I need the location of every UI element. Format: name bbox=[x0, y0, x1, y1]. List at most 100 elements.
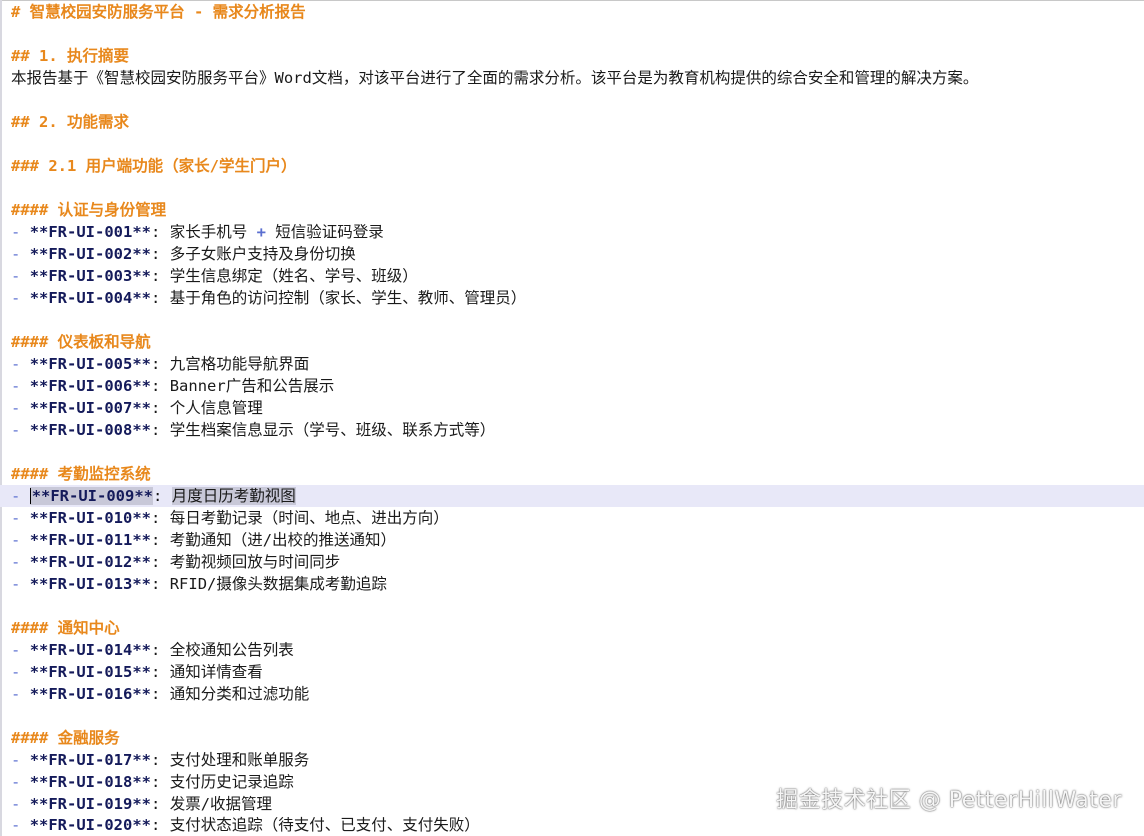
list-marker: - bbox=[11, 509, 21, 527]
list-item-fr-ui-009[interactable]: - **FR-UI-009**: 月度日历考勤视图 bbox=[0, 485, 1144, 507]
requirement-text: 短信验证码登录 bbox=[275, 223, 384, 241]
id-colon: : bbox=[151, 421, 161, 439]
requirement-id: **FR-UI-009** bbox=[31, 487, 154, 505]
summary-paragraph[interactable]: 本报告基于《智慧校园安防服务平台》Word文档，对该平台进行了全面的需求分析。该… bbox=[0, 67, 1144, 89]
list-item-fr-ui-003[interactable]: - **FR-UI-003**: 学生信息绑定（姓名、学号、班级） bbox=[0, 265, 1144, 287]
requirement-id: **FR-UI-010** bbox=[29, 509, 152, 527]
list-marker: - bbox=[11, 377, 21, 395]
requirement-id: **FR-UI-006** bbox=[29, 377, 152, 395]
id-colon: : bbox=[153, 487, 163, 505]
requirement-text: 九宫格功能导航界面 bbox=[169, 355, 310, 373]
requirement-text: 家长手机号 bbox=[169, 223, 248, 241]
id-colon: : bbox=[151, 509, 161, 527]
list-item-fr-ui-004[interactable]: - **FR-UI-004**: 基于角色的访问控制（家长、学生、教师、管理员） bbox=[0, 287, 1144, 309]
requirement-text: 全校通知公告列表 bbox=[169, 641, 294, 659]
heading-executive-summary[interactable]: ## 1. 执行摘要 bbox=[0, 45, 1144, 67]
requirement-id: **FR-UI-017** bbox=[29, 751, 152, 769]
list-item-fr-ui-015[interactable]: - **FR-UI-015**: 通知详情查看 bbox=[0, 661, 1144, 683]
list-marker: - bbox=[11, 487, 21, 505]
list-marker: - bbox=[11, 663, 21, 681]
requirement-text: 多子女账户支持及身份切换 bbox=[169, 245, 356, 263]
list-item-fr-ui-012[interactable]: - **FR-UI-012**: 考勤视频回放与时间同步 bbox=[0, 551, 1144, 573]
list-item-fr-ui-011[interactable]: - **FR-UI-011**: 考勤通知（进/出校的推送通知） bbox=[0, 529, 1144, 551]
list-marker: - bbox=[11, 267, 21, 285]
plus-sign: + bbox=[256, 223, 266, 241]
requirement-id: **FR-UI-016** bbox=[29, 685, 152, 703]
id-colon: : bbox=[151, 575, 161, 593]
requirement-id: **FR-UI-013** bbox=[29, 575, 152, 593]
list-item-fr-ui-013[interactable]: - **FR-UI-013**: RFID/摄像头数据集成考勤追踪 bbox=[0, 573, 1144, 595]
heading-user-features[interactable]: ### 2.1 用户端功能（家长/学生门户） bbox=[0, 155, 1144, 177]
requirement-text: 考勤视频回放与时间同步 bbox=[169, 553, 341, 571]
site-watermark: 掘金技术社区 @ PetterHillWater bbox=[776, 788, 1122, 813]
list-item-fr-ui-006[interactable]: - **FR-UI-006**: Banner广告和公告展示 bbox=[0, 375, 1144, 397]
requirement-id: **FR-UI-020** bbox=[29, 816, 152, 834]
requirement-text: 支付历史记录追踪 bbox=[169, 773, 294, 791]
id-colon: : bbox=[151, 751, 161, 769]
requirement-text: 发票/收据管理 bbox=[169, 795, 273, 813]
requirement-id: **FR-UI-019** bbox=[29, 795, 152, 813]
list-marker: - bbox=[11, 795, 21, 813]
id-colon: : bbox=[151, 245, 161, 263]
requirement-text: 通知分类和过滤功能 bbox=[169, 685, 310, 703]
list-item-fr-ui-005[interactable]: - **FR-UI-005**: 九宫格功能导航界面 bbox=[0, 353, 1144, 375]
requirement-text: 学生信息绑定（姓名、学号、班级） bbox=[169, 267, 418, 285]
requirement-text: 基于角色的访问控制（家长、学生、教师、管理员） bbox=[169, 289, 527, 307]
id-colon: : bbox=[151, 289, 161, 307]
list-marker: - bbox=[11, 553, 21, 571]
list-marker: - bbox=[11, 399, 21, 417]
id-colon: : bbox=[151, 531, 161, 549]
list-marker: - bbox=[11, 531, 21, 549]
heading-notification-center[interactable]: #### 通知中心 bbox=[0, 617, 1144, 639]
requirement-text: 支付状态追踪（待支付、已支付、支付失败） bbox=[169, 816, 480, 834]
id-colon: : bbox=[151, 663, 161, 681]
id-colon: : bbox=[151, 399, 161, 417]
list-item-fr-ui-008[interactable]: - **FR-UI-008**: 学生档案信息显示（学号、班级、联系方式等） bbox=[0, 419, 1144, 441]
requirement-text: RFID/摄像头数据集成考勤追踪 bbox=[169, 575, 387, 593]
document-title-line[interactable]: # 智慧校园安防服务平台 - 需求分析报告 bbox=[0, 1, 1144, 23]
heading-attendance-monitoring[interactable]: #### 考勤监控系统 bbox=[0, 463, 1144, 485]
requirement-text: 月度日历考勤视图 bbox=[171, 487, 296, 505]
list-item-fr-ui-007[interactable]: - **FR-UI-007**: 个人信息管理 bbox=[0, 397, 1144, 419]
heading-auth-identity[interactable]: #### 认证与身份管理 bbox=[0, 199, 1144, 221]
requirement-id: **FR-UI-008** bbox=[29, 421, 152, 439]
list-item-fr-ui-002[interactable]: - **FR-UI-002**: 多子女账户支持及身份切换 bbox=[0, 243, 1144, 265]
requirement-id: **FR-UI-003** bbox=[29, 267, 152, 285]
requirement-id: **FR-UI-005** bbox=[29, 355, 152, 373]
heading-dashboard-navigation[interactable]: #### 仪表板和导航 bbox=[0, 331, 1144, 353]
list-marker: - bbox=[11, 751, 21, 769]
requirement-text: Banner广告和公告展示 bbox=[169, 377, 335, 395]
list-item-fr-ui-014[interactable]: - **FR-UI-014**: 全校通知公告列表 bbox=[0, 639, 1144, 661]
requirement-id: **FR-UI-002** bbox=[29, 245, 152, 263]
requirement-id: **FR-UI-007** bbox=[29, 399, 152, 417]
list-marker: - bbox=[11, 641, 21, 659]
id-colon: : bbox=[151, 641, 161, 659]
text-selection[interactable]: **FR-UI-009** bbox=[29, 487, 154, 505]
list-item-fr-ui-001[interactable]: - **FR-UI-001**: 家长手机号 + 短信验证码登录 bbox=[0, 221, 1144, 243]
requirement-text: 通知详情查看 bbox=[169, 663, 263, 681]
requirement-text: 每日考勤记录（时间、地点、进出方向） bbox=[169, 509, 449, 527]
list-marker: - bbox=[11, 355, 21, 373]
list-item-fr-ui-016[interactable]: - **FR-UI-016**: 通知分类和过滤功能 bbox=[0, 683, 1144, 705]
id-colon: : bbox=[151, 267, 161, 285]
id-colon: : bbox=[151, 685, 161, 703]
list-item-fr-ui-010[interactable]: - **FR-UI-010**: 每日考勤记录（时间、地点、进出方向） bbox=[0, 507, 1144, 529]
id-colon: : bbox=[151, 816, 161, 834]
requirement-id: **FR-UI-015** bbox=[29, 663, 152, 681]
heading-functional-requirements[interactable]: ## 2. 功能需求 bbox=[0, 111, 1144, 133]
list-marker: - bbox=[11, 575, 21, 593]
list-marker: - bbox=[11, 816, 21, 834]
list-marker: - bbox=[11, 685, 21, 703]
markdown-editor[interactable]: # 智慧校园安防服务平台 - 需求分析报告 ## 1. 执行摘要 本报告基于《智… bbox=[0, 0, 1144, 836]
requirement-id: **FR-UI-011** bbox=[29, 531, 152, 549]
list-item-fr-ui-020[interactable]: - **FR-UI-020**: 支付状态追踪（待支付、已支付、支付失败） bbox=[0, 814, 1144, 836]
requirement-text: 个人信息管理 bbox=[169, 399, 263, 417]
heading-financial-services[interactable]: #### 金融服务 bbox=[0, 727, 1144, 749]
list-marker: - bbox=[11, 223, 21, 241]
requirement-id: **FR-UI-014** bbox=[29, 641, 152, 659]
id-colon: : bbox=[151, 553, 161, 571]
id-colon: : bbox=[151, 795, 161, 813]
list-item-fr-ui-017[interactable]: - **FR-UI-017**: 支付处理和账单服务 bbox=[0, 749, 1144, 771]
id-colon: : bbox=[151, 773, 161, 791]
id-colon: : bbox=[151, 377, 161, 395]
